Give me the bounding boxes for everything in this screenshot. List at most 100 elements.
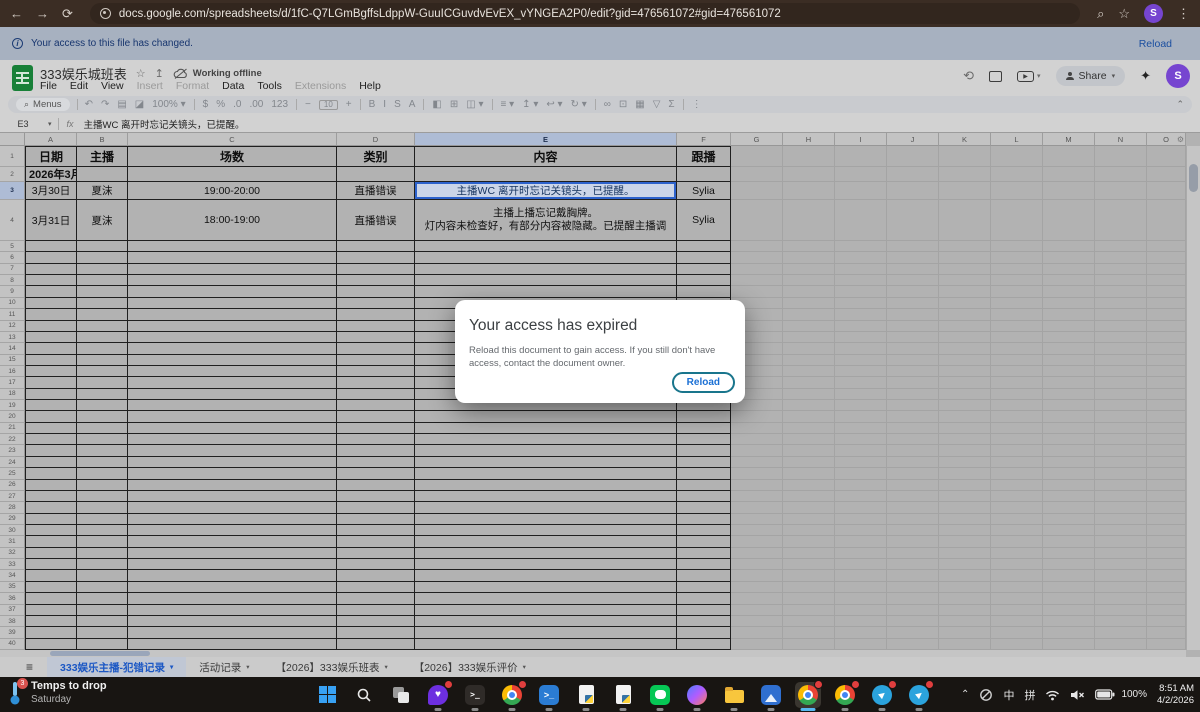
cell-F7[interactable]	[677, 264, 731, 275]
row-header-10[interactable]: 10	[0, 298, 25, 309]
cell-J26[interactable]	[887, 480, 939, 491]
cell-L26[interactable]	[991, 480, 1043, 491]
cell-C9[interactable]	[128, 286, 337, 297]
cell-D21[interactable]	[337, 423, 415, 434]
cell-D26[interactable]	[337, 480, 415, 491]
cell-K31[interactable]	[939, 536, 991, 547]
cell-I26[interactable]	[835, 480, 887, 491]
cell-M21[interactable]	[1043, 423, 1095, 434]
row-header-20[interactable]: 20	[0, 411, 25, 422]
cell-A24[interactable]	[25, 457, 77, 468]
cell-I1[interactable]	[835, 146, 887, 167]
cell-L30[interactable]	[991, 525, 1043, 536]
cell-M27[interactable]	[1043, 491, 1095, 502]
cell-L18[interactable]	[991, 389, 1043, 400]
cell-M7[interactable]	[1043, 264, 1095, 275]
cell-E21[interactable]	[415, 423, 677, 434]
cell-O18[interactable]	[1147, 389, 1186, 400]
cell-L14[interactable]	[991, 343, 1043, 354]
cell-G36[interactable]	[731, 593, 783, 604]
cell-O23[interactable]	[1147, 445, 1186, 456]
cell-O34[interactable]	[1147, 570, 1186, 581]
cell-G34[interactable]	[731, 570, 783, 581]
cell-L31[interactable]	[991, 536, 1043, 547]
cell-D39[interactable]	[337, 627, 415, 638]
decrease-decimal-icon[interactable]: .0	[233, 100, 241, 110]
cell-B37[interactable]	[77, 605, 128, 616]
wifi-icon[interactable]	[1045, 689, 1060, 701]
cell-B26[interactable]	[77, 480, 128, 491]
cell-I23[interactable]	[835, 445, 887, 456]
cell-K34[interactable]	[939, 570, 991, 581]
cell-O29[interactable]	[1147, 514, 1186, 525]
cell-F34[interactable]	[677, 570, 731, 581]
cell-M29[interactable]	[1043, 514, 1095, 525]
cell-B2[interactable]	[77, 167, 128, 182]
cell-B29[interactable]	[77, 514, 128, 525]
row-header-3[interactable]: 3	[0, 182, 25, 200]
cell-I28[interactable]	[835, 502, 887, 513]
font-size-increase-icon[interactable]: +	[346, 100, 352, 110]
cell-E1[interactable]: 内容	[415, 146, 677, 167]
cell-M35[interactable]	[1043, 582, 1095, 593]
cell-L16[interactable]	[991, 366, 1043, 377]
cell-G31[interactable]	[731, 536, 783, 547]
cell-N15[interactable]	[1095, 355, 1147, 366]
row-header-21[interactable]: 21	[0, 423, 25, 434]
cell-L12[interactable]	[991, 321, 1043, 332]
cell-D4[interactable]: 直播错误	[337, 200, 415, 241]
share-button[interactable]: Share ▾	[1056, 66, 1126, 86]
cell-D25[interactable]	[337, 468, 415, 479]
cell-H14[interactable]	[783, 343, 835, 354]
cell-B40[interactable]	[77, 639, 128, 650]
cell-C6[interactable]	[128, 252, 337, 263]
cell-O25[interactable]	[1147, 468, 1186, 479]
cell-G6[interactable]	[731, 252, 783, 263]
cell-L29[interactable]	[991, 514, 1043, 525]
cell-F36[interactable]	[677, 593, 731, 604]
cell-N11[interactable]	[1095, 309, 1147, 320]
column-header-C[interactable]: C	[128, 133, 337, 146]
cell-M13[interactable]	[1043, 332, 1095, 343]
cell-G29[interactable]	[731, 514, 783, 525]
cell-O5[interactable]	[1147, 241, 1186, 252]
cell-C34[interactable]	[128, 570, 337, 581]
cell-O28[interactable]	[1147, 502, 1186, 513]
cell-I7[interactable]	[835, 264, 887, 275]
cell-K13[interactable]	[939, 332, 991, 343]
cell-B4[interactable]: 夏沫	[77, 200, 128, 241]
cell-A11[interactable]	[25, 309, 77, 320]
cell-I32[interactable]	[835, 548, 887, 559]
insert-comment-icon[interactable]: ⊡	[619, 100, 627, 110]
cell-K7[interactable]	[939, 264, 991, 275]
cell-H7[interactable]	[783, 264, 835, 275]
row-header-34[interactable]: 34	[0, 570, 25, 581]
italic-icon[interactable]: I	[383, 100, 386, 110]
cell-K22[interactable]	[939, 434, 991, 445]
cell-F25[interactable]	[677, 468, 731, 479]
cell-N37[interactable]	[1095, 605, 1147, 616]
cell-C14[interactable]	[128, 343, 337, 354]
copilot-icon[interactable]	[684, 682, 710, 708]
cell-M36[interactable]	[1043, 593, 1095, 604]
cell-E37[interactable]	[415, 605, 677, 616]
cell-O35[interactable]	[1147, 582, 1186, 593]
cell-G9[interactable]	[731, 286, 783, 297]
cell-A23[interactable]	[25, 445, 77, 456]
number-format-icon[interactable]: 123	[271, 100, 288, 110]
cell-D8[interactable]	[337, 275, 415, 286]
column-header-I[interactable]: I	[835, 133, 887, 146]
cell-L5[interactable]	[991, 241, 1043, 252]
cell-M23[interactable]	[1043, 445, 1095, 456]
cell-K9[interactable]	[939, 286, 991, 297]
cell-C35[interactable]	[128, 582, 337, 593]
cell-K15[interactable]	[939, 355, 991, 366]
cell-G32[interactable]	[731, 548, 783, 559]
cell-A21[interactable]	[25, 423, 77, 434]
column-header-D[interactable]: D	[337, 133, 415, 146]
account-avatar[interactable]: S	[1166, 64, 1190, 88]
volume-muted-icon[interactable]	[1070, 689, 1085, 701]
gemini-icon[interactable]: ✦	[1140, 68, 1151, 84]
row-header-28[interactable]: 28	[0, 502, 25, 513]
cell-O16[interactable]	[1147, 366, 1186, 377]
